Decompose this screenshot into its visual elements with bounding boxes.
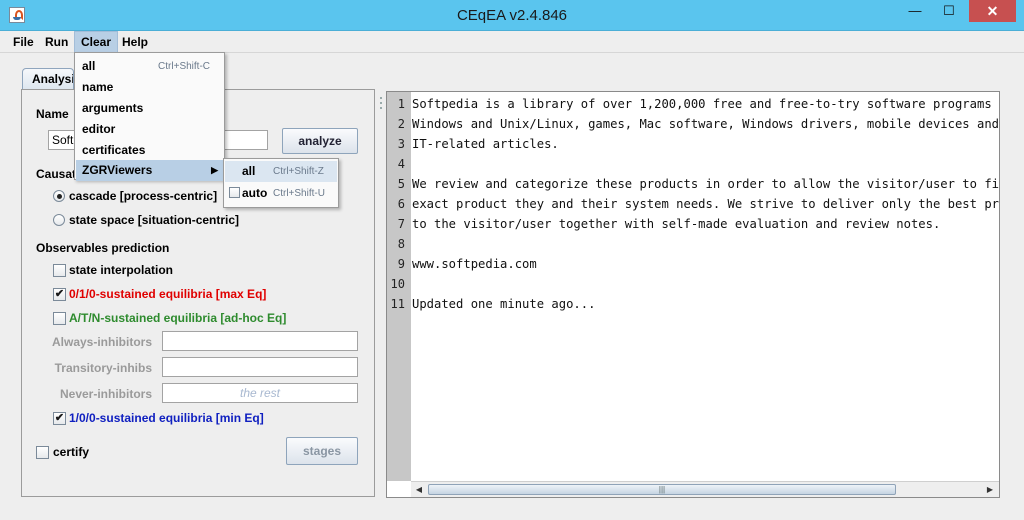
title-bar: CEqEA v2.4.846 — ☐ ✕ bbox=[0, 0, 1024, 31]
menu-item-shortcut: Ctrl+Shift-Z bbox=[273, 166, 324, 177]
adhoc-eq-label: A/T/N-sustained equilibria [ad-hoc Eq] bbox=[69, 311, 287, 325]
never-inhibitors-input[interactable]: the rest bbox=[162, 383, 358, 403]
line-number: 5 bbox=[397, 177, 405, 191]
code-line: Softpedia is a library of over 1,200,000… bbox=[412, 97, 999, 111]
menu-run[interactable]: Run bbox=[39, 31, 74, 53]
cascade-radio[interactable] bbox=[53, 190, 65, 202]
clear-menu-item-all[interactable]: all Ctrl+Shift-C bbox=[76, 56, 223, 77]
line-number: 3 bbox=[397, 137, 405, 151]
tab-analysis[interactable]: Analysis bbox=[22, 68, 74, 90]
menu-item-label: all bbox=[82, 59, 96, 73]
line-number: 2 bbox=[397, 117, 405, 131]
code-line: We review and categorize these products … bbox=[412, 177, 999, 191]
state-interpolation-checkbox[interactable] bbox=[53, 264, 66, 277]
line-number: 7 bbox=[397, 217, 405, 231]
clear-dropdown-menu: all Ctrl+Shift-C name arguments editor c… bbox=[74, 52, 225, 181]
menu-item-shortcut: Ctrl+Shift-C bbox=[158, 61, 210, 72]
certify-checkbox[interactable] bbox=[36, 446, 49, 459]
line-number: 11 bbox=[390, 297, 405, 311]
observables-label: Observables prediction bbox=[36, 241, 170, 255]
never-inhibitors-label: Never-inhibitors bbox=[59, 387, 152, 401]
submenu-arrow-icon: ▶ bbox=[211, 165, 218, 175]
line-number: 10 bbox=[390, 277, 405, 291]
transitory-inhibs-label: Transitory-inhibs bbox=[54, 361, 152, 375]
zgrviewers-submenu: all Ctrl+Shift-Z auto Ctrl+Shift-U bbox=[223, 158, 339, 208]
code-line: to the visitor/user together with self-m… bbox=[412, 217, 941, 231]
menu-item-label: ZGRViewers bbox=[82, 163, 153, 177]
clear-menu-item-certificates[interactable]: certificates bbox=[76, 140, 223, 161]
panel-splitter[interactable] bbox=[377, 91, 385, 498]
menu-bar: File Run Clear Help bbox=[0, 31, 1024, 53]
line-number-gutter: 1 2 3 4 5 6 7 8 9 10 11 bbox=[387, 92, 411, 481]
menu-help[interactable]: Help bbox=[116, 31, 154, 53]
code-line: exact product they and their system need… bbox=[412, 197, 999, 211]
zgr-menu-item-auto[interactable]: auto Ctrl+Shift-U bbox=[225, 183, 337, 204]
clear-menu-item-zgrviewers[interactable]: ZGRViewers ▶ bbox=[76, 160, 223, 181]
menu-item-label: auto bbox=[242, 186, 268, 200]
horizontal-scrollbar[interactable]: ◀ ||| ▶ bbox=[411, 481, 999, 497]
cascade-label: cascade [process-centric] bbox=[69, 189, 218, 203]
transitory-inhibs-input[interactable] bbox=[162, 357, 358, 377]
clear-menu-item-arguments[interactable]: arguments bbox=[76, 98, 223, 119]
always-inhibitors-input[interactable] bbox=[162, 331, 358, 351]
scrollbar-thumb[interactable]: ||| bbox=[428, 484, 896, 495]
name-label: Name bbox=[36, 107, 69, 121]
window-title: CEqEA v2.4.846 bbox=[456, 7, 568, 24]
code-line: Updated one minute ago... bbox=[412, 297, 596, 311]
menu-item-label: all bbox=[242, 164, 256, 178]
always-inhibitors-label: Always-inhibitors bbox=[52, 335, 153, 349]
clear-menu-item-name[interactable]: name bbox=[76, 77, 223, 98]
code-line: www.softpedia.com bbox=[412, 257, 537, 271]
max-eq-checkbox[interactable]: ✔ bbox=[53, 288, 66, 301]
analyze-button[interactable]: analyze bbox=[282, 128, 358, 154]
menu-item-shortcut: Ctrl+Shift-U bbox=[273, 188, 325, 199]
state-interpolation-label: state interpolation bbox=[69, 263, 174, 277]
causation-label: Causat bbox=[36, 167, 77, 181]
code-line: Windows and Unix/Linux, games, Mac softw… bbox=[412, 117, 999, 131]
certify-label: certify bbox=[53, 445, 90, 459]
maximize-button[interactable]: ☐ bbox=[932, 0, 966, 22]
text-editor[interactable]: 1 2 3 4 5 6 7 8 9 10 11 Softpedia is a l… bbox=[386, 91, 1000, 498]
line-number: 9 bbox=[397, 257, 405, 271]
editor-text-area[interactable]: Softpedia is a library of over 1,200,000… bbox=[411, 92, 999, 481]
stages-button[interactable]: stages bbox=[286, 437, 358, 465]
min-eq-checkbox[interactable]: ✔ bbox=[53, 412, 66, 425]
clear-menu-item-editor[interactable]: editor bbox=[76, 119, 223, 140]
menu-file[interactable]: File bbox=[7, 31, 40, 53]
state-space-label: state space [situation-centric] bbox=[69, 213, 240, 227]
max-eq-label: 0/1/0-sustained equilibria [max Eq] bbox=[69, 287, 267, 301]
min-eq-label: 1/0/0-sustained equilibria [min Eq] bbox=[69, 411, 264, 425]
auto-checkbox[interactable] bbox=[229, 187, 240, 198]
adhoc-eq-checkbox[interactable] bbox=[53, 312, 66, 325]
scroll-left-arrow-icon[interactable]: ◀ bbox=[412, 483, 426, 496]
menu-clear[interactable]: Clear bbox=[74, 31, 119, 53]
close-button[interactable]: ✕ bbox=[969, 0, 1016, 22]
line-number: 8 bbox=[397, 237, 405, 251]
minimize-button[interactable]: — bbox=[898, 0, 932, 22]
scroll-right-arrow-icon[interactable]: ▶ bbox=[983, 483, 997, 496]
line-number: 4 bbox=[397, 157, 405, 171]
line-number: 1 bbox=[397, 97, 405, 111]
code-line: IT-related articles. bbox=[412, 137, 559, 151]
line-number: 6 bbox=[397, 197, 405, 211]
state-space-radio[interactable] bbox=[53, 214, 65, 226]
zgr-menu-item-all[interactable]: all Ctrl+Shift-Z bbox=[225, 161, 337, 182]
